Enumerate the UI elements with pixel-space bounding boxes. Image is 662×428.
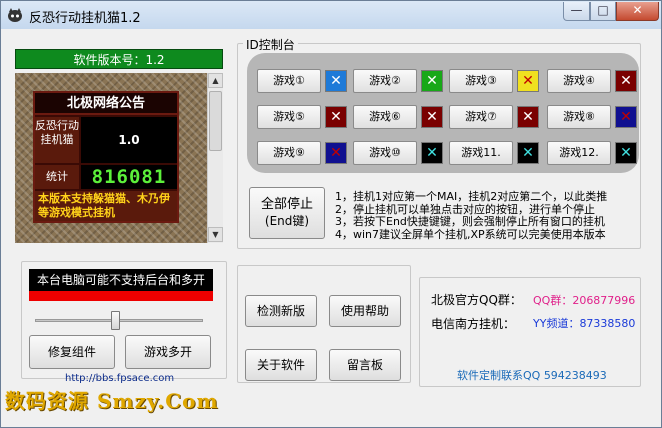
stop-x-icon[interactable]: ✕ — [421, 106, 443, 128]
app-window: 反恐行动挂机猫1.2 — □ ✕ 软件版本号：1.2 ▲ ▼ 北极网络公告 反恐… — [0, 0, 662, 428]
app-name-label: 反恐行动挂机猫 — [35, 117, 79, 163]
stop-x-icon[interactable]: ✕ — [325, 70, 347, 92]
version-label: 软件版本号：1.2 — [15, 49, 223, 69]
stop-x-icon[interactable]: ✕ — [421, 70, 443, 92]
stop-x-icon[interactable]: ✕ — [615, 142, 637, 164]
warning-bar — [29, 291, 213, 301]
multi-open-button[interactable]: 游戏多开 — [125, 335, 211, 369]
instruction-line: 4，win7建议全屏单个挂机,XP系统可以完美使用本版本 — [335, 227, 606, 241]
site-watermark: 数码资源 Smzy.Com — [5, 389, 219, 413]
instruction-line: 3，若按下End快捷键键，则会强制停止所有窗口的挂机 — [335, 215, 605, 228]
stats-counter: 816081 — [81, 165, 177, 189]
forum-link[interactable]: http://bbs.fpsace.com — [65, 373, 174, 384]
scroll-thumb[interactable] — [209, 91, 222, 151]
stop-x-icon[interactable]: ✕ — [325, 142, 347, 164]
scroll-up-icon[interactable]: ▲ — [208, 73, 223, 88]
game-button[interactable]: 游戏② — [353, 69, 417, 93]
notice-scrollbar[interactable]: ▲ ▼ — [207, 73, 223, 243]
scroll-down-icon[interactable]: ▼ — [208, 227, 223, 242]
check-update-button[interactable]: 检测新版 — [245, 295, 317, 327]
slider-thumb[interactable] — [110, 311, 120, 330]
notice-title: 北极网络公告 — [35, 93, 177, 115]
game-button[interactable]: 游戏⑩ — [353, 141, 417, 165]
repair-components-button[interactable]: 修复组件 — [29, 335, 115, 369]
yy-channel-label: 电信南方挂机： — [431, 317, 516, 331]
instructions: 1，挂机1对应第一个MAI，挂机2对应第二个，以此类推 2，停止挂机可以单独点击… — [335, 190, 637, 241]
compat-warning: 本台电脑可能不支持后台和多开 — [29, 269, 213, 291]
game-button[interactable]: 游戏⑥ — [353, 105, 417, 129]
minimize-button[interactable]: — — [563, 2, 590, 21]
maximize-button[interactable]: □ — [590, 2, 616, 21]
game-button[interactable]: 游戏11. — [449, 141, 513, 165]
stop-all-hotkey: (End键) — [264, 214, 310, 228]
stop-x-icon[interactable]: ✕ — [517, 70, 539, 92]
game-button[interactable]: 游戏⑤ — [257, 105, 321, 129]
game-button[interactable]: 游戏① — [257, 69, 321, 93]
instruction-line: 1，挂机1对应第一个MAI，挂机2对应第二个，以此类推 — [335, 190, 608, 203]
game-button[interactable]: 游戏⑦ — [449, 105, 513, 129]
stop-x-icon[interactable]: ✕ — [517, 142, 539, 164]
game-button[interactable]: 游戏④ — [547, 69, 611, 93]
window-title: 反恐行动挂机猫1.2 — [29, 11, 141, 26]
app-version-value: 1.0 — [81, 117, 177, 163]
stop-x-icon[interactable]: ✕ — [615, 70, 637, 92]
stop-all-button[interactable]: 全部停止 (End键) — [249, 187, 325, 239]
game-button[interactable]: 游戏12. — [547, 141, 611, 165]
id-control-legend: ID控制台 — [243, 36, 298, 53]
game-button[interactable]: 游戏③ — [449, 69, 513, 93]
game-button[interactable]: 游戏⑨ — [257, 141, 321, 165]
qq-group-value: QQ群：206877996 — [533, 294, 636, 307]
cat-app-icon — [8, 8, 22, 22]
notice-message: 本版本支持躲猫猫、木乃伊等游戏模式挂机 — [35, 191, 177, 221]
stop-x-icon[interactable]: ✕ — [615, 106, 637, 128]
title-bar[interactable]: 反恐行动挂机猫1.2 — □ ✕ — [1, 1, 661, 29]
stats-label: 统计 — [35, 165, 79, 189]
stop-x-icon[interactable]: ✕ — [325, 106, 347, 128]
game-button[interactable]: 游戏⑧ — [547, 105, 611, 129]
close-button[interactable]: ✕ — [616, 2, 659, 21]
stop-x-icon[interactable]: ✕ — [421, 142, 443, 164]
notice-board: 北极网络公告 反恐行动挂机猫 1.0 统计 816081 本版本支持躲猫猫、木乃… — [33, 91, 179, 223]
message-board-button[interactable]: 留言板 — [329, 349, 401, 381]
yy-channel-value: YY频道：87338580 — [533, 317, 636, 330]
qq-group-label: 北极官方QQ群： — [431, 293, 522, 307]
stop-x-icon[interactable]: ✕ — [517, 106, 539, 128]
about-button[interactable]: 关于软件 — [245, 349, 317, 381]
stop-all-label: 全部停止 — [260, 197, 313, 212]
help-button[interactable]: 使用帮助 — [329, 295, 401, 327]
custom-contact-text: 软件定制联系QQ 594238493 — [457, 369, 607, 382]
